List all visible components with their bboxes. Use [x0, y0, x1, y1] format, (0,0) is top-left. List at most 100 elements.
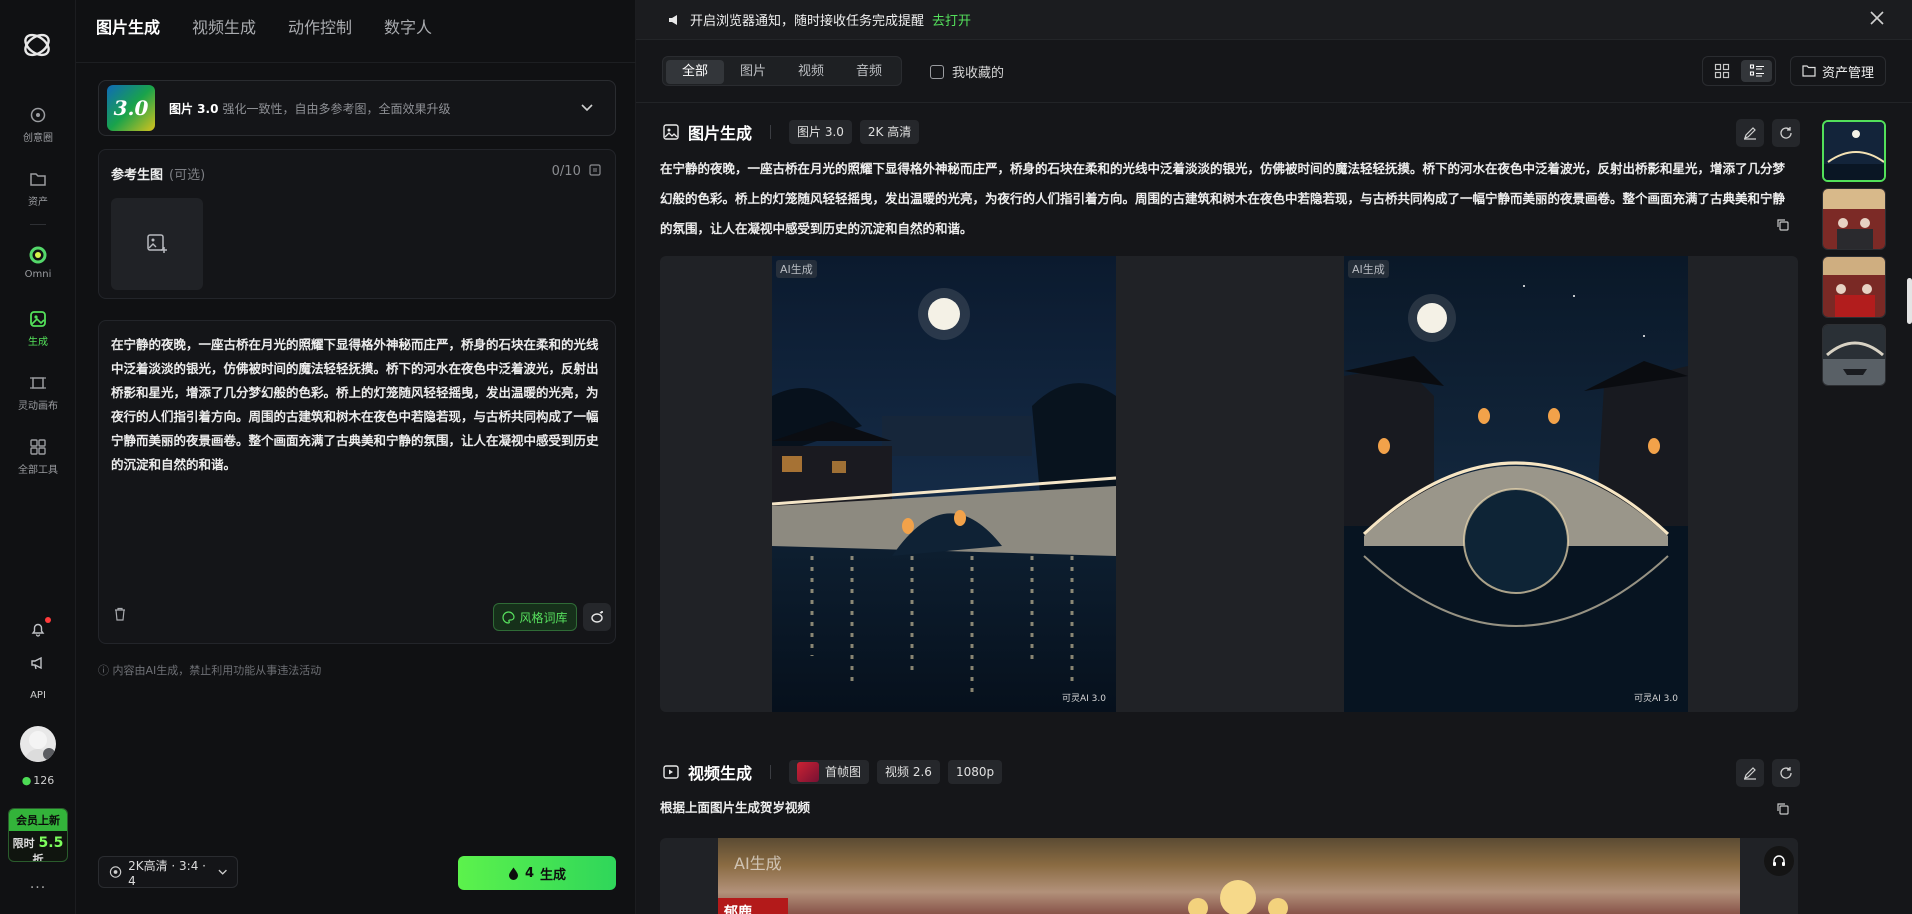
history-thumbnail[interactable]: [1822, 256, 1886, 318]
results-area: 开启浏览器通知，随时接收任务完成提醒 去打开 全部 图片 视频 音频 我收藏的: [636, 0, 1912, 914]
palette-icon: [502, 610, 516, 624]
notice-text: 开启浏览器通知，随时接收任务完成提醒: [690, 14, 925, 29]
edit-button[interactable]: [1736, 759, 1764, 787]
ai-disclaimer-text: 内容由AI生成，禁止利用功能从事违法活动: [112, 664, 322, 677]
vip-promo-value: 5.5: [38, 835, 64, 851]
regenerate-button[interactable]: [1772, 759, 1800, 787]
reference-title: 参考生图 (可选): [111, 164, 205, 183]
rail-label-omni: Omni: [24, 269, 52, 280]
panel-tabs: 图片生成 视频生成 动作控制 数字人: [96, 14, 432, 38]
more-menu-button[interactable]: ...: [0, 876, 76, 892]
style-library-label: 风格词库: [519, 610, 568, 625]
history-thumbnail[interactable]: [1822, 120, 1886, 182]
model-selector[interactable]: 3.0 图片 3.0 强化一致性，自由多参考图，全面效果升级: [98, 80, 616, 136]
target-icon: [109, 866, 122, 878]
regenerate-button[interactable]: [1772, 119, 1800, 147]
app-logo-icon[interactable]: [20, 28, 54, 62]
megaphone-icon: [27, 652, 49, 674]
vip-promo-prefix: 限时: [12, 837, 35, 850]
generated-image-1[interactable]: AI生成 可灵AI 3.0: [772, 256, 1116, 712]
add-image-icon: [147, 234, 167, 253]
history-thumbnail[interactable]: [1822, 188, 1886, 250]
video-icon: [663, 765, 679, 779]
audio-button[interactable]: [1764, 846, 1794, 876]
rail-label-tools: 全部工具: [18, 465, 58, 476]
add-reference-image-button[interactable]: [111, 198, 203, 290]
avatar[interactable]: [20, 726, 56, 762]
headset-icon: [1773, 855, 1785, 866]
rail-item-tools[interactable]: 全部工具: [0, 436, 76, 476]
grid-icon: [27, 436, 49, 458]
model-description: 强化一致性，自由多参考图，全面效果升级: [222, 101, 451, 116]
generated-image-2[interactable]: AI生成 可灵AI 3.0: [1344, 256, 1688, 712]
video-section-title: 视频生成: [688, 764, 753, 783]
trash-icon[interactable]: [113, 607, 127, 621]
rail-label-assets: 资产: [28, 197, 48, 208]
grid-view-button[interactable]: [1706, 60, 1737, 82]
filter-image[interactable]: 图片: [724, 60, 782, 84]
image-section-tools: [1736, 119, 1800, 147]
edit-button[interactable]: [1736, 119, 1764, 147]
rail-item-omni[interactable]: Omni: [0, 244, 76, 280]
credits-value: 126: [33, 774, 55, 787]
asset-management-button[interactable]: 资产管理: [1790, 56, 1886, 86]
generate-label: 生成: [540, 867, 567, 883]
rail-item-generate[interactable]: 生成: [0, 308, 76, 348]
tab-motion-control[interactable]: 动作控制: [288, 14, 352, 38]
grid-icon: [1714, 63, 1729, 79]
history-thumbnail[interactable]: [1822, 324, 1886, 386]
bridge-night-image: [1344, 256, 1688, 712]
tab-video-generate[interactable]: 视频生成: [192, 14, 256, 38]
bridge-night-image: [772, 256, 1116, 712]
rail-item-notifications[interactable]: [0, 617, 76, 643]
filter-video[interactable]: 视频: [782, 60, 840, 84]
style-library-button[interactable]: 风格词库: [493, 603, 577, 631]
folder-icon: [27, 168, 49, 190]
rail-item-creative[interactable]: 创意圈: [0, 104, 76, 144]
filter-audio[interactable]: 音频: [840, 60, 898, 84]
close-icon[interactable]: [1870, 10, 1884, 29]
rail-item-announce[interactable]: [0, 652, 76, 677]
vip-promo-button[interactable]: 会员上新 限时 5.5 折: [8, 808, 68, 862]
rail-item-canvas[interactable]: 灵动画布: [0, 372, 76, 412]
credits-balance[interactable]: ● 126: [0, 774, 76, 787]
rail-item-api[interactable]: API: [0, 690, 76, 701]
prompt-optimize-button[interactable]: [583, 603, 611, 631]
image-section-header: 图片生成 图片 3.0 2K 高清: [662, 120, 920, 144]
video-section-header: 视频生成 首帧图 视频 2.6 1080p: [662, 760, 1003, 784]
tab-digital-human[interactable]: 数字人: [384, 14, 432, 38]
api-label: API: [30, 690, 46, 701]
generate-button[interactable]: 4 生成: [458, 856, 616, 890]
scrollbar[interactable]: [1907, 278, 1912, 324]
tabs-divider: [76, 62, 636, 63]
folder-icon: [1802, 65, 1816, 77]
section-divider: [770, 765, 772, 779]
video-preview: AI生成 郁鹿: [718, 838, 1740, 914]
compass-icon: [27, 104, 49, 126]
reference-count-text: 0/10: [551, 164, 581, 179]
prompt-input[interactable]: 在宁静的夜晚，一座古桥在月光的照耀下显得格外神秘而庄严，桥身的石块在柔和的光线中…: [98, 320, 616, 644]
notice-open-link[interactable]: 去打开: [932, 10, 971, 29]
image-section-title: 图片生成: [688, 124, 753, 143]
first-frame-label: 首帧图: [825, 765, 862, 779]
checkbox-box[interactable]: [930, 64, 944, 79]
favorites-checkbox[interactable]: 我收藏的: [930, 62, 1004, 81]
omni-icon: [27, 244, 49, 266]
generation-panel: 图片生成 视频生成 动作控制 数字人 3.0 图片 3.0 强化一致性，自由多参…: [76, 0, 636, 914]
image-icon: [663, 124, 679, 140]
rail-item-assets[interactable]: 资产: [0, 168, 76, 208]
copy-icon[interactable]: [1776, 802, 1790, 816]
generated-video[interactable]: AI生成 郁鹿: [660, 838, 1798, 914]
output-settings-text: 2K高清 · 3:4 · 4: [128, 858, 206, 888]
filter-all[interactable]: 全部: [666, 60, 725, 84]
bell-icon: [27, 617, 51, 640]
reference-expand-icon[interactable]: [589, 164, 601, 176]
copy-icon[interactable]: [1776, 218, 1790, 232]
chevron-down-icon: [218, 869, 227, 875]
list-view-button[interactable]: [1741, 60, 1772, 82]
tab-image-generate[interactable]: 图片生成: [96, 14, 160, 38]
output-settings-button[interactable]: 2K高清 · 3:4 · 4: [98, 856, 238, 888]
list-icon: [1749, 64, 1764, 77]
video-section-tools: [1736, 759, 1800, 787]
prompt-text[interactable]: 在宁静的夜晚，一座古桥在月光的照耀下显得格外神秘而庄严，桥身的石块在柔和的光线中…: [111, 333, 605, 477]
